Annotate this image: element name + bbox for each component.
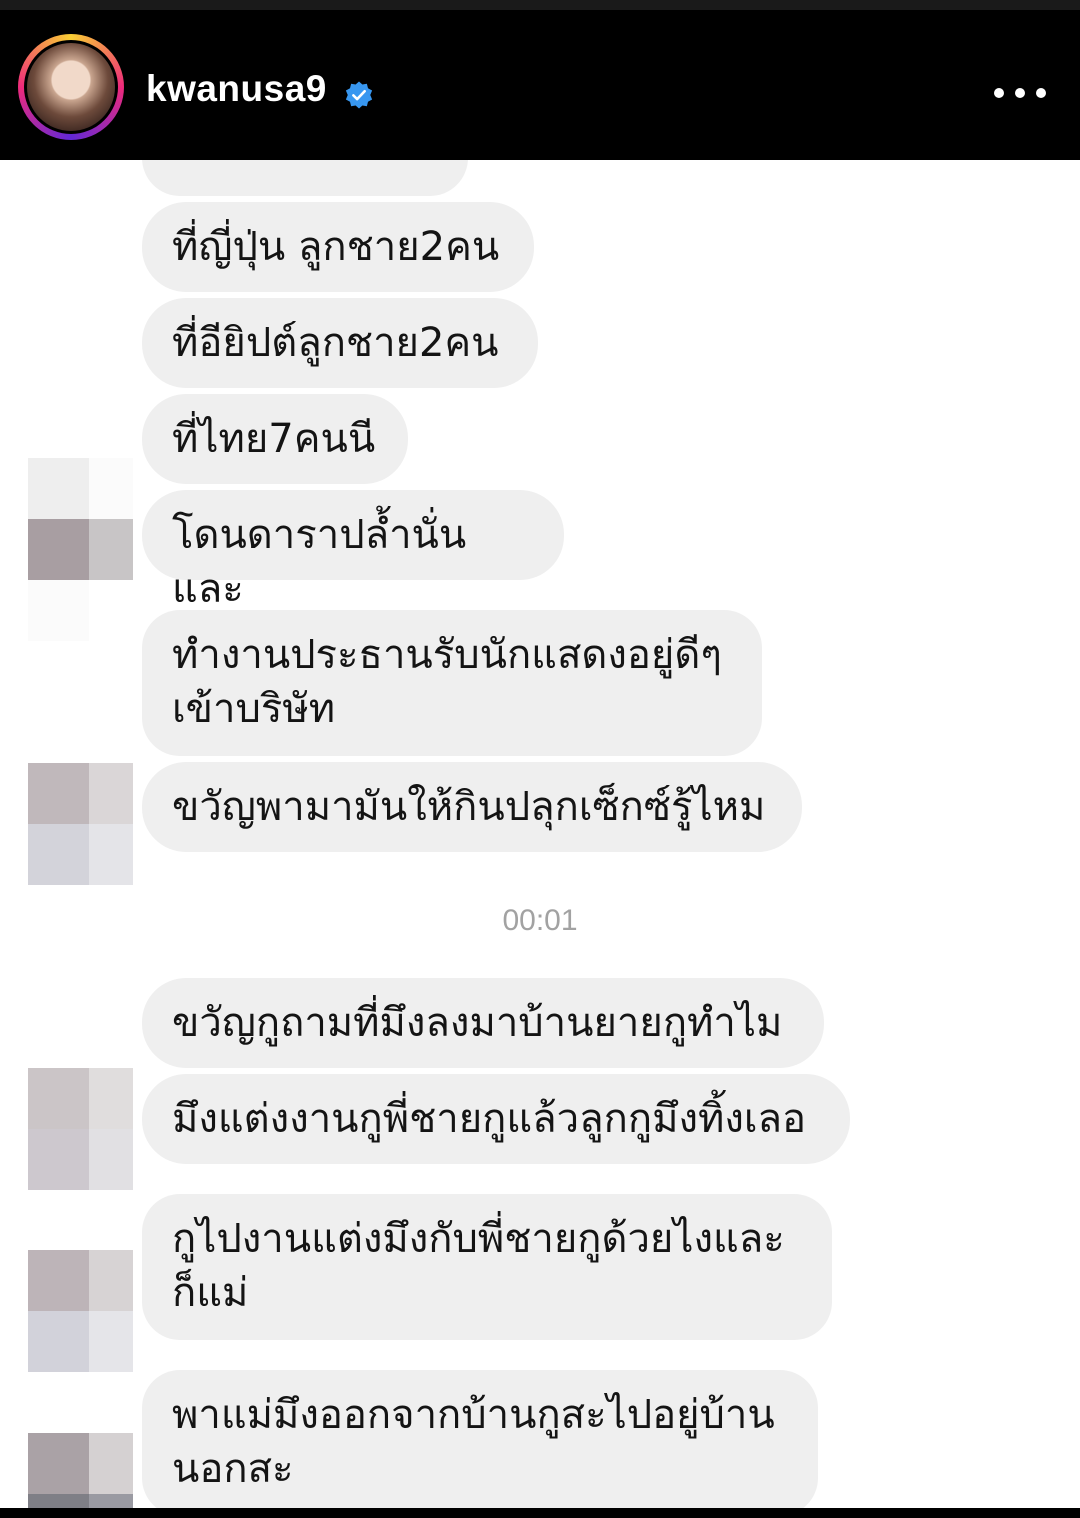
message-bubble: ที่ญี่ปุ่น ลูกชาย2คน xyxy=(142,202,534,292)
more-horizontal-icon[interactable] xyxy=(994,78,1046,108)
blurred-avatar xyxy=(28,458,133,641)
profile-header: kwanusa9 xyxy=(0,0,1080,160)
message-bubble-clipped xyxy=(142,160,468,196)
message-bubble: ขวัญพามามันให้กินปลุกเซ็กซ์รู้ไหม xyxy=(142,762,802,852)
more-dot xyxy=(994,88,1004,98)
message-bubble: พาแม่มึงออกจากบ้านกูสะไปอยู่บ้าน นอกสะ xyxy=(142,1370,818,1508)
avatar-image xyxy=(27,43,115,131)
avatar[interactable] xyxy=(24,40,118,134)
message-bubble: ที่ไทย7คนนี xyxy=(142,394,408,484)
chat-thread[interactable]: ที่ญี่ปุ่น ลูกชาย2คน ที่อียิปต์ลูกชาย2คน… xyxy=(0,160,1080,1508)
blurred-avatar xyxy=(28,1250,133,1372)
message-bubble: ทำงานประธานรับนักแสดงอยู่ดีๆ เข้าบริษัท xyxy=(142,610,762,756)
message-bubble: กูไปงานแต่งมึงกับพี่ชายกูด้วยไงและ ก็แม่ xyxy=(142,1194,832,1340)
story-ring[interactable] xyxy=(18,34,124,140)
blurred-avatar xyxy=(28,1433,133,1508)
message-timestamp: 00:01 xyxy=(502,904,578,937)
verified-badge-icon xyxy=(345,81,373,109)
bottom-edge xyxy=(0,1508,1080,1518)
message-bubble: มึงแต่งงานกูพี่ชายกูแล้วลูกกูมึงทิ้งเลอ xyxy=(142,1074,850,1164)
message-bubble: โดนดาราปล้ำนั่นและ xyxy=(142,490,564,612)
blurred-avatar xyxy=(28,1068,133,1190)
message-bubble: ขวัญกูถามที่มึงลงมาบ้านยายกูทำไม xyxy=(142,978,824,1068)
message-bubble: ที่อียิปต์ลูกชาย2คน xyxy=(142,298,538,388)
username[interactable]: kwanusa9 xyxy=(146,68,327,110)
more-dot xyxy=(1036,88,1046,98)
blurred-avatar xyxy=(28,763,133,885)
more-dot xyxy=(1015,88,1025,98)
